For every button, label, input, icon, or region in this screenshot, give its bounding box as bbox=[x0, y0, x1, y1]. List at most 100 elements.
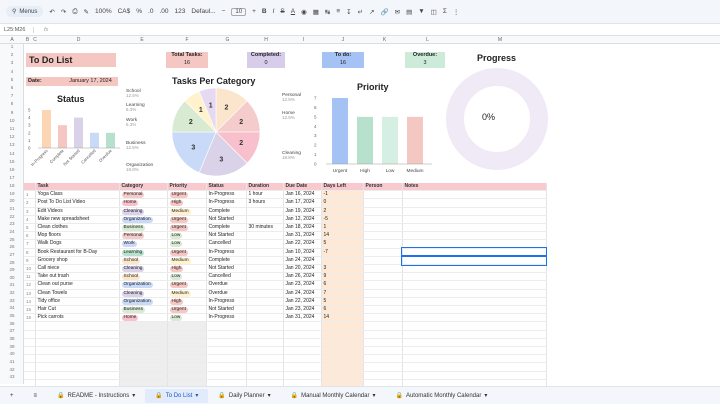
cell-days-left[interactable]: 0 bbox=[321, 198, 364, 208]
tab-readme[interactable]: 🔒 README - Instructions ▾ bbox=[47, 392, 145, 400]
cell-person[interactable] bbox=[363, 256, 403, 266]
cell-priority[interactable]: Medium bbox=[167, 207, 207, 216]
cell-days-left[interactable]: 1 bbox=[321, 223, 364, 233]
cell-notes[interactable] bbox=[402, 207, 547, 216]
cell-empty[interactable] bbox=[206, 371, 247, 380]
valign-icon[interactable]: ↧ bbox=[346, 8, 351, 16]
cell-status[interactable]: Not Started bbox=[206, 264, 247, 274]
column-h[interactable]: H bbox=[247, 37, 285, 43]
row-number[interactable]: 7 bbox=[0, 93, 24, 98]
cell-status[interactable]: Complete bbox=[206, 223, 247, 233]
filter-icon[interactable]: ▼ bbox=[418, 8, 424, 15]
row-number[interactable]: 8 bbox=[0, 101, 24, 106]
cell-empty[interactable] bbox=[402, 362, 547, 372]
menus-search[interactable]: ⚲ Menus bbox=[6, 6, 44, 17]
row-number[interactable]: 16 bbox=[0, 167, 24, 172]
cell-category[interactable]: Cleaning bbox=[119, 207, 168, 216]
cell-task[interactable]: Clean out purse bbox=[35, 280, 120, 290]
chart-icon[interactable]: ▤ bbox=[406, 8, 412, 16]
cell-empty[interactable] bbox=[363, 371, 403, 380]
row-number[interactable]: 35 bbox=[0, 313, 24, 318]
cell-notes[interactable] bbox=[402, 297, 547, 307]
cell-empty[interactable] bbox=[283, 330, 322, 339]
cell-empty[interactable] bbox=[402, 321, 547, 331]
cell-empty[interactable] bbox=[167, 354, 207, 364]
cell-category[interactable]: Cleaning bbox=[119, 289, 168, 298]
cell-empty[interactable] bbox=[35, 371, 120, 380]
cell-empty[interactable] bbox=[167, 330, 207, 339]
cell-empty[interactable] bbox=[363, 338, 403, 348]
tab-manual-calendar[interactable]: 🔒 Manual Monthly Calendar ▾ bbox=[281, 392, 386, 400]
row-number[interactable]: 10 bbox=[0, 118, 24, 123]
row-number[interactable]: 28 bbox=[0, 260, 24, 265]
row-number[interactable]: 33 bbox=[0, 298, 24, 303]
cell-due-date[interactable]: Jan 17, 2024 bbox=[283, 198, 322, 208]
row-number[interactable]: 42 bbox=[0, 367, 24, 372]
row-number[interactable]: 20 bbox=[0, 198, 24, 203]
cell-person[interactable] bbox=[363, 215, 403, 225]
cell-person[interactable] bbox=[363, 280, 403, 290]
cell-category[interactable]: Personal bbox=[119, 231, 168, 241]
cell-status[interactable]: In-Progress bbox=[206, 313, 247, 323]
cell-empty[interactable] bbox=[119, 354, 168, 364]
cell-empty[interactable] bbox=[35, 321, 120, 331]
rotate-icon[interactable]: ↗ bbox=[369, 8, 374, 16]
cell-due-date[interactable]: Jan 24, 2024 bbox=[283, 256, 322, 266]
column-b[interactable]: B bbox=[24, 37, 31, 43]
cell-person[interactable] bbox=[363, 297, 403, 307]
cell-days-left[interactable]: 6 bbox=[321, 280, 364, 290]
cell-category[interactable]: Organization bbox=[119, 215, 168, 225]
cell-days-left[interactable]: 3 bbox=[321, 264, 364, 274]
cell-category[interactable]: Organization bbox=[119, 280, 168, 290]
cell-category[interactable]: Business bbox=[119, 223, 168, 233]
cell-priority[interactable]: Urgent bbox=[167, 223, 207, 233]
cell-duration[interactable]: 3 hours bbox=[246, 198, 284, 208]
print-icon[interactable]: ⎙ bbox=[72, 8, 77, 16]
currency-button[interactable]: CA$ bbox=[118, 8, 131, 15]
cell-empty[interactable] bbox=[321, 321, 364, 331]
cell-empty[interactable] bbox=[321, 371, 364, 380]
cell-category[interactable]: School bbox=[119, 256, 168, 266]
undo-icon[interactable]: ↶ bbox=[49, 8, 54, 16]
cell-duration[interactable] bbox=[246, 272, 284, 282]
header-person[interactable]: Person bbox=[363, 183, 403, 192]
cell-due-date[interactable]: Jan 22, 2024 bbox=[283, 239, 322, 249]
cell-empty[interactable] bbox=[246, 338, 284, 348]
cell-priority[interactable]: Urgent bbox=[167, 190, 207, 200]
cell-task[interactable]: Make new spreadsheet bbox=[35, 215, 120, 225]
cell-empty[interactable] bbox=[167, 321, 207, 331]
cell-task[interactable]: Hair Cut bbox=[35, 305, 120, 315]
tab-daily-planner[interactable]: 🔒 Daily Planner ▾ bbox=[208, 392, 280, 400]
font-size-increase[interactable]: + bbox=[252, 8, 256, 15]
cell-status[interactable]: Not Started bbox=[206, 305, 247, 315]
row-number[interactable]: 3 bbox=[0, 60, 24, 65]
cell-due-date[interactable]: Jan 26, 2024 bbox=[283, 272, 322, 282]
cell-empty[interactable] bbox=[35, 330, 120, 339]
row-number[interactable]: 25 bbox=[0, 237, 24, 242]
cell-days-left[interactable]: -1 bbox=[321, 190, 364, 200]
cell-due-date[interactable]: Jan 12, 2024 bbox=[283, 215, 322, 225]
cell-due-date[interactable]: Jan 23, 2024 bbox=[283, 280, 322, 290]
cell-duration[interactable] bbox=[246, 207, 284, 216]
cell-task[interactable]: Book Restaurant for B-Day bbox=[35, 248, 120, 257]
column-j[interactable]: J bbox=[322, 37, 364, 43]
row-number[interactable]: 40 bbox=[0, 351, 24, 356]
row-number[interactable]: 12 bbox=[0, 134, 24, 139]
cell-empty[interactable] bbox=[119, 338, 168, 348]
cell-duration[interactable] bbox=[246, 297, 284, 307]
row-number[interactable]: 22 bbox=[0, 214, 24, 219]
cell-due-date[interactable]: Jan 24, 2024 bbox=[283, 289, 322, 298]
cell-category[interactable]: Home bbox=[119, 198, 168, 208]
cell-priority[interactable]: Low bbox=[167, 231, 207, 241]
cell-notes[interactable] bbox=[402, 313, 547, 323]
cell-empty[interactable] bbox=[119, 330, 168, 339]
cell-person[interactable] bbox=[363, 305, 403, 315]
cell-duration[interactable] bbox=[246, 239, 284, 249]
cell-task[interactable]: Clean clothes bbox=[35, 223, 120, 233]
cell-status[interactable]: Cancelled bbox=[206, 239, 247, 249]
cell-notes[interactable] bbox=[402, 272, 547, 282]
header-notes[interactable]: Notes bbox=[402, 183, 547, 192]
cell-due-date[interactable]: Jan 31, 2024 bbox=[283, 313, 322, 323]
cell-empty[interactable] bbox=[363, 354, 403, 364]
cell-empty[interactable] bbox=[119, 321, 168, 331]
